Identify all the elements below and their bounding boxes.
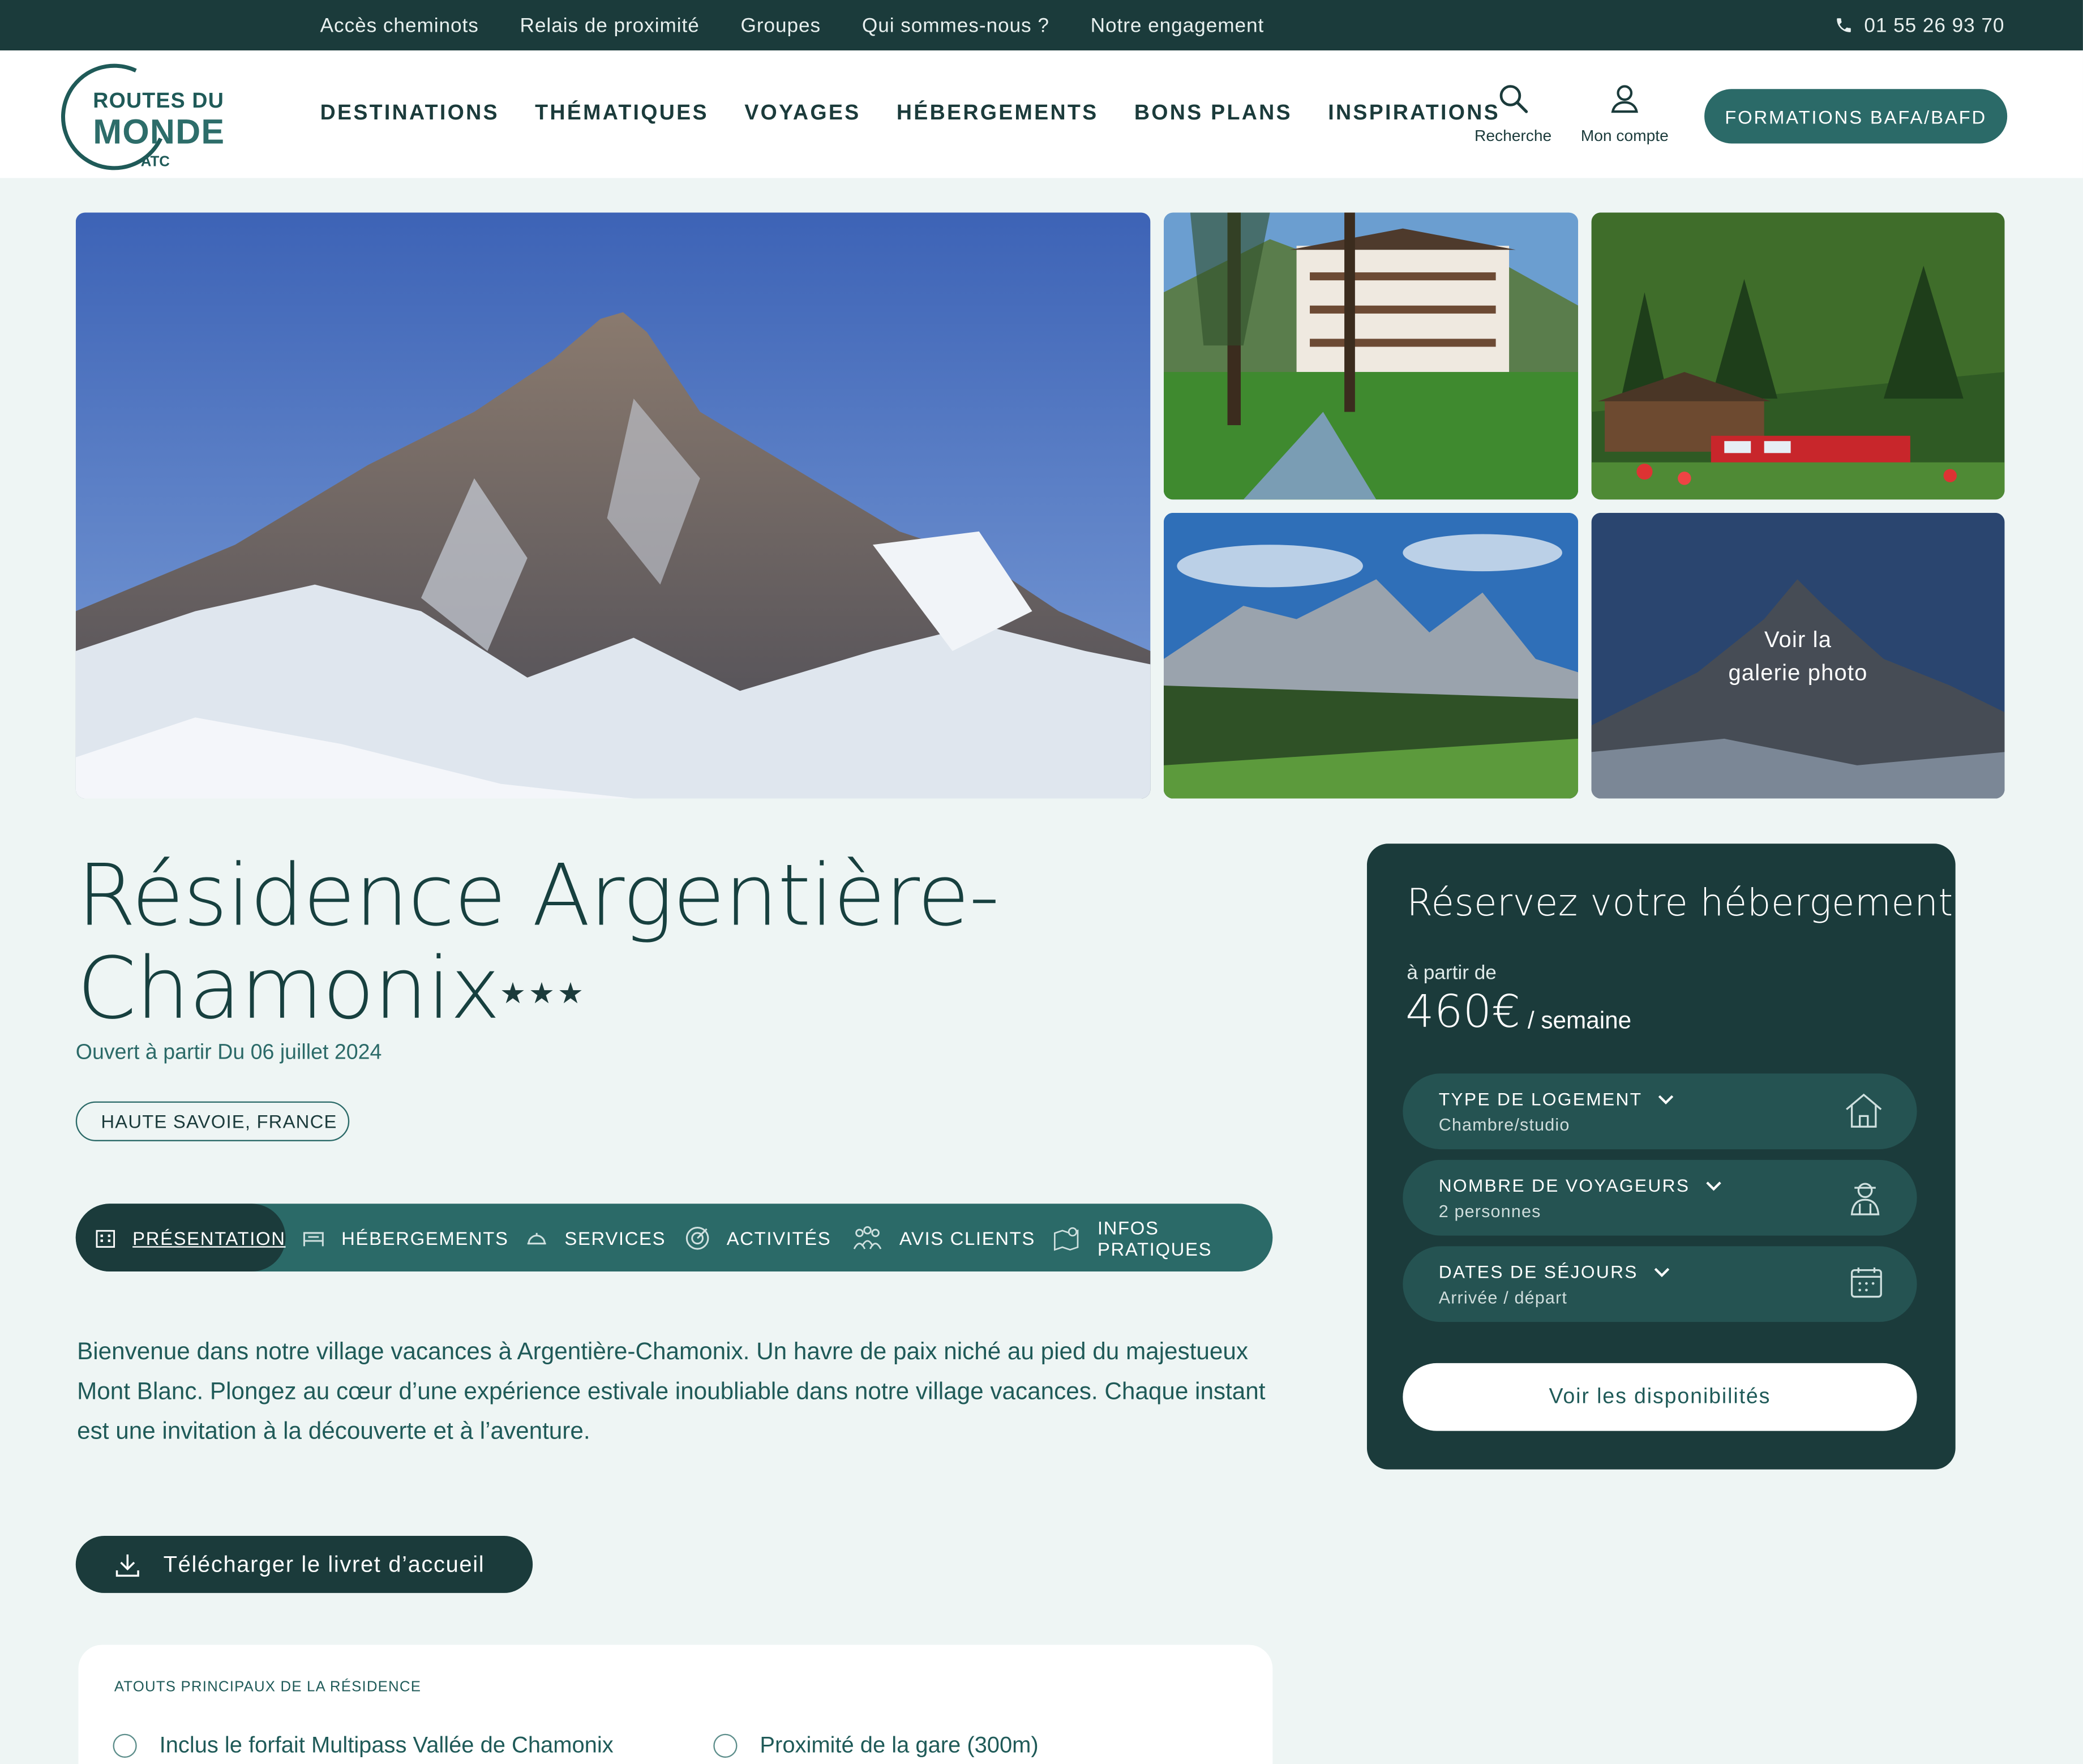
calendar-icon [1850, 1267, 1882, 1298]
top-link-engagement[interactable]: Notre engagement [1091, 14, 1265, 37]
tab-avis-clients-label: AVIS CLIENTS [899, 1227, 1035, 1248]
tab-services[interactable]: SERVICES [525, 1204, 666, 1271]
tab-hebergements-label: HÉBERGEMENTS [341, 1227, 509, 1248]
tab-activites-label: ACTIVITÉS [726, 1227, 832, 1248]
tab-activites[interactable]: ACTIVITÉS [684, 1204, 832, 1271]
top-link-relais[interactable]: Relais de proximité [520, 14, 700, 37]
service-icon [527, 1232, 546, 1244]
download-icon [115, 1553, 139, 1577]
booking-title: Réservez votre hébergement [1407, 880, 1953, 925]
key-features-heading: ATOUTS PRINCIPAUX DE LA RÉSIDENCE [114, 1679, 422, 1696]
top-bar: Accès cheminots Relais de proximité Grou… [0, 0, 2083, 51]
chevron-down-icon [1658, 1094, 1674, 1104]
gallery-overlay-line-1: Voir la [1764, 626, 1832, 652]
formations-button[interactable]: FORMATIONS BAFA/BAFD [1704, 89, 2008, 144]
booking-card: Réservez votre hébergement à partir de 4… [1366, 844, 1956, 1470]
gallery-overlay-line-2: galerie photo [1728, 660, 1868, 685]
lodging-type-value: Chambre/studio [1438, 1115, 1570, 1135]
lodging-type-select[interactable]: TYPE DE LOGEMENT Chambre/studio [1403, 1073, 1917, 1150]
feature-item-label: Proximité de la gare (300m) [760, 1732, 1039, 1758]
title-line-2: Chamonix [77, 940, 500, 1039]
traveler-icon [1850, 1183, 1880, 1215]
download-booklet-label: Télécharger le livret d’accueil [163, 1551, 485, 1577]
check-availability-button[interactable]: Voir les disponibilités [1403, 1363, 1917, 1431]
top-links: Accès cheminots Relais de proximité Grou… [320, 0, 1305, 50]
logo[interactable]: ROUTES DU MONDE ATC [46, 49, 231, 185]
dates-label: DATES DE SÉJOURS [1438, 1262, 1638, 1282]
tab-presentation[interactable]: PRÉSENTATION [75, 1204, 286, 1271]
region-badge: HAUTE SAVOIE, FRANCE [75, 1101, 349, 1141]
price-from-label: à partir de [1407, 962, 1497, 985]
main-header: ROUTES DU MONDE ATC DESTINATIONS THÉMATI… [0, 49, 2083, 185]
building-icon [96, 1229, 115, 1247]
logo-line-2: MONDE [93, 112, 225, 152]
account-label: Mon compte [1580, 126, 1669, 145]
chevron-down-icon [1654, 1267, 1670, 1277]
search-button[interactable]: Recherche [1472, 83, 1554, 145]
nav-thematiques[interactable]: THÉMATIQUES [535, 102, 709, 126]
phone-icon [1837, 18, 1851, 32]
circle-icon [113, 1733, 137, 1758]
feature-item: Inclus le forfait Multipass Vallée de Ch… [113, 1732, 614, 1759]
circle-icon [713, 1733, 738, 1758]
feature-item: Proximité de la gare (300m) [713, 1732, 1039, 1759]
gallery-main-image[interactable] [75, 212, 1151, 799]
key-features-card: ATOUTS PRINCIPAUX DE LA RÉSIDENCE Inclus… [78, 1645, 1273, 1764]
target-icon [685, 1226, 709, 1249]
bed-icon [303, 1231, 324, 1246]
search-label: Recherche [1475, 126, 1552, 145]
price-value: 460€ [1405, 986, 1521, 1039]
title-line-1: Résidence Argentière- [77, 847, 1000, 946]
download-booklet-button[interactable]: Télécharger le livret d’accueil [75, 1536, 533, 1593]
gallery-thumb-forest-train[interactable] [1591, 212, 2005, 500]
travelers-label: NOMBRE DE VOYAGEURS [1438, 1176, 1690, 1196]
dates-select[interactable]: DATES DE SÉJOURS Arrivée / départ [1403, 1246, 1917, 1322]
gallery-thumb-peaks[interactable] [1163, 512, 1579, 799]
gallery-thumb-hotel[interactable] [1163, 212, 1579, 500]
section-tabs: PRÉSENTATION HÉBERGEMENTS SERVICES ACTIV… [75, 1204, 1273, 1271]
nav-bons-plans[interactable]: BONS PLANS [1134, 102, 1292, 126]
logo-line-3: ATC [140, 154, 170, 170]
tab-infos-pratiques-label: INFOS PRATIQUES [1097, 1216, 1212, 1259]
travelers-value: 2 personnes [1438, 1201, 1541, 1221]
tab-infos-pratiques[interactable]: INFOS PRATIQUES [1053, 1204, 1272, 1271]
house-icon [1846, 1093, 1882, 1128]
user-icon [1611, 85, 1638, 113]
phone-number: 01 55 26 93 70 [1864, 14, 2005, 37]
chevron-down-icon [1706, 1181, 1721, 1191]
main-nav: DESTINATIONS THÉMATIQUES VOYAGES HÉBERGE… [320, 50, 1536, 178]
top-link-qui-sommes-nous[interactable]: Qui sommes-nous ? [862, 14, 1049, 37]
nav-destinations[interactable]: DESTINATIONS [320, 102, 499, 126]
account-button[interactable]: Mon compte [1575, 83, 1674, 145]
feature-item-label: Inclus le forfait Multipass Vallée de Ch… [159, 1732, 614, 1758]
search-icon [1499, 85, 1528, 113]
page-title: Résidence Argentière- Chamonix★★★ [77, 847, 1000, 1039]
logo-line-1: ROUTES DU [93, 90, 225, 113]
top-link-groupes[interactable]: Groupes [741, 14, 821, 37]
gallery-thumb-view-all[interactable]: Voir la galerie photo [1591, 512, 2005, 799]
dates-value: Arrivée / départ [1438, 1287, 1568, 1308]
tab-hebergements[interactable]: HÉBERGEMENTS [302, 1204, 509, 1271]
group-icon [853, 1225, 882, 1249]
price-unit: / semaine [1527, 1007, 1632, 1034]
nav-hebergements[interactable]: HÉBERGEMENTS [897, 102, 1099, 126]
tab-avis-clients[interactable]: AVIS CLIENTS [851, 1204, 1035, 1271]
phone-link[interactable]: 01 55 26 93 70 [1835, 0, 2005, 50]
opening-date: Ouvert à partir Du 06 juillet 2024 [75, 1041, 382, 1064]
map-pin-icon [1053, 1226, 1079, 1251]
page: Accès cheminots Relais de proximité Grou… [0, 0, 2083, 1764]
tab-services-label: SERVICES [564, 1227, 666, 1248]
rating-stars: ★★★ [499, 978, 586, 1011]
travelers-select[interactable]: NOMBRE DE VOYAGEURS 2 personnes [1403, 1159, 1917, 1236]
nav-voyages[interactable]: VOYAGES [744, 102, 860, 126]
lodging-type-label: TYPE DE LOGEMENT [1438, 1089, 1643, 1110]
top-link-cheminots[interactable]: Accès cheminots [320, 14, 479, 37]
gallery-overlay[interactable]: Voir la galerie photo [1591, 512, 2005, 799]
intro-text: Bienvenue dans notre village vacances à … [77, 1338, 1266, 1445]
tab-presentation-label: PRÉSENTATION [132, 1227, 286, 1248]
